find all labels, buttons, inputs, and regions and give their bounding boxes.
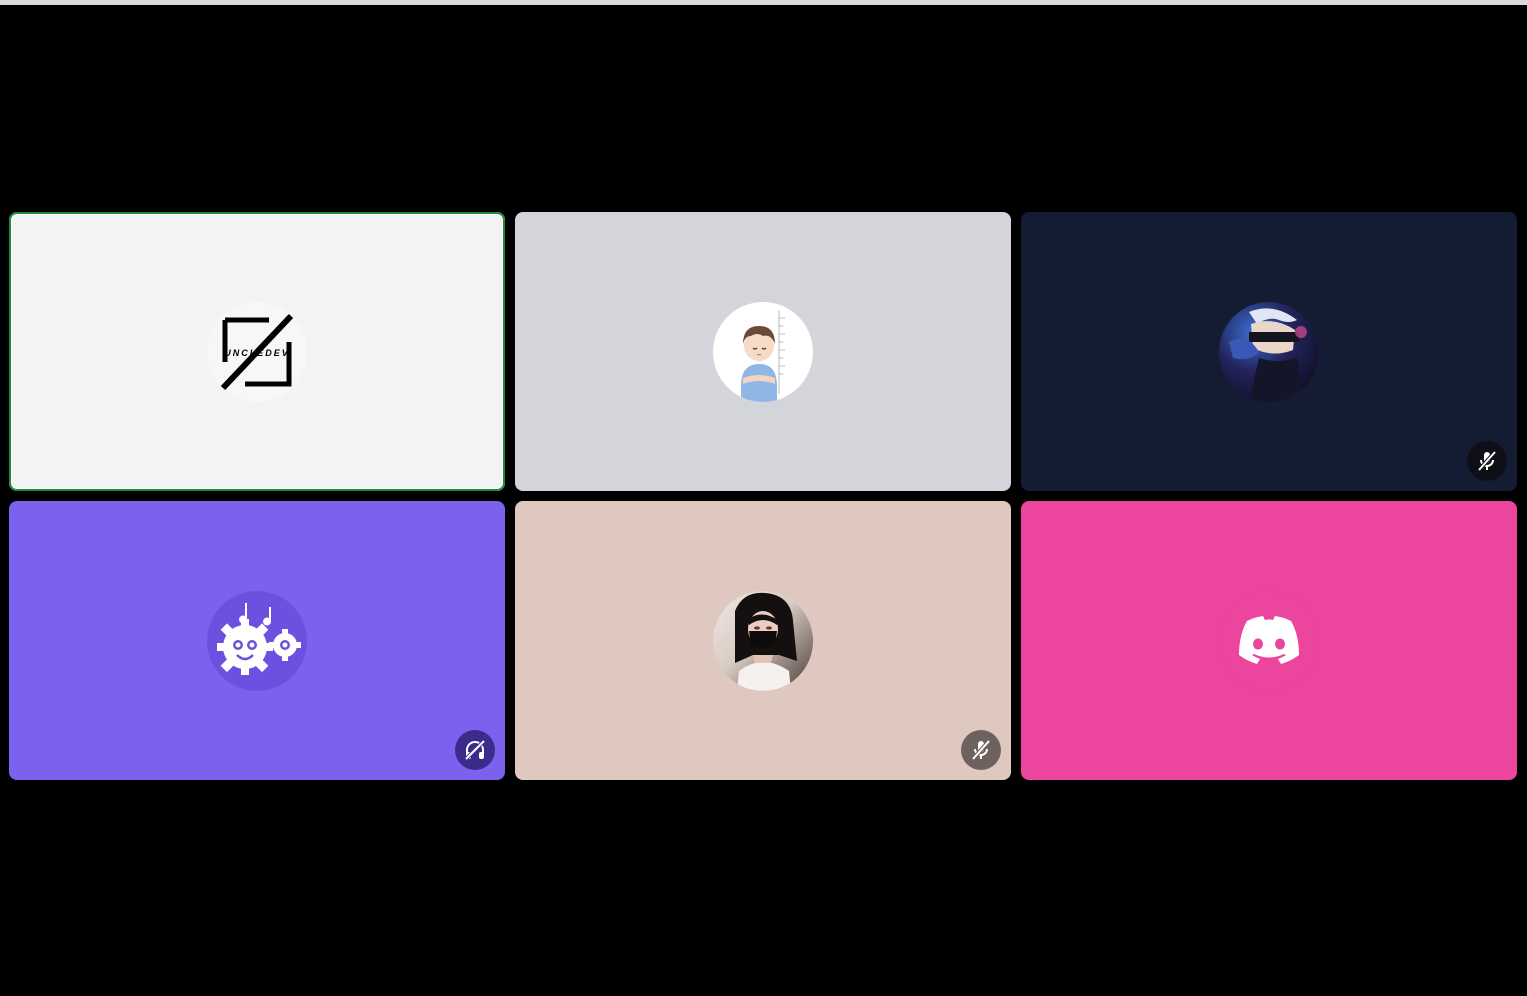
participant-tile[interactable] — [1021, 501, 1517, 780]
participant-tile[interactable] — [515, 501, 1011, 780]
uncledev-logo-icon: UNCLEDEV — [207, 301, 307, 402]
discord-logo-icon — [1219, 590, 1319, 691]
participant-tile[interactable] — [9, 501, 505, 780]
participant-tile[interactable] — [1021, 212, 1517, 491]
deafened-headphones-icon — [455, 730, 495, 770]
participant-tile[interactable] — [515, 212, 1011, 491]
anime-boy-avatar-icon — [713, 301, 813, 402]
participant-tile[interactable]: UNCLEDEV — [9, 212, 505, 491]
muted-microphone-icon — [961, 730, 1001, 770]
muted-microphone-icon — [1467, 441, 1507, 481]
anime-blindfold-avatar-icon — [1219, 301, 1319, 402]
music-gears-bot-icon — [207, 590, 307, 691]
masked-girl-avatar-icon — [713, 590, 813, 691]
svg-text:UNCLEDEV: UNCLEDEV — [224, 348, 290, 358]
top-bar — [0, 0, 1527, 5]
voice-call-grid: UNCLEDEV — [9, 212, 1517, 780]
